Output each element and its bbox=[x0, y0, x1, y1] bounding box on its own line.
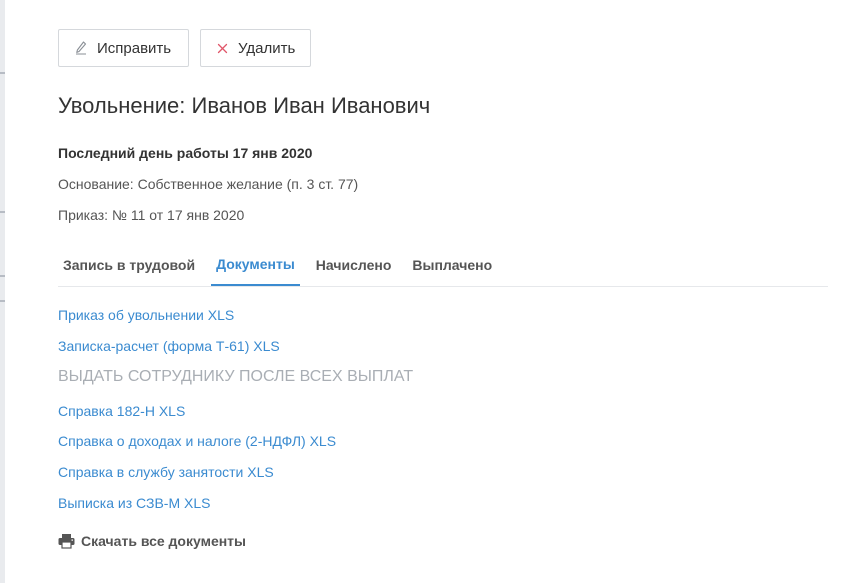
doc-link-employment-service[interactable]: Справка в службу занятости XLS bbox=[58, 464, 274, 480]
tab-documents[interactable]: Документы bbox=[211, 243, 300, 286]
edge-mark bbox=[0, 72, 5, 74]
tab-paid[interactable]: Выплачено bbox=[407, 243, 497, 286]
delete-button[interactable]: Удалить bbox=[200, 29, 311, 67]
background-page-edge bbox=[0, 0, 5, 583]
dismissal-reason: Основание: Собственное желание (п. 3 ст.… bbox=[58, 176, 359, 192]
edge-mark bbox=[0, 275, 5, 277]
toolbar: Исправить Удалить bbox=[58, 29, 311, 67]
delete-button-label: Удалить bbox=[238, 39, 296, 57]
doc-link-szv-m[interactable]: Выписка из СЗВ-М XLS bbox=[58, 495, 210, 511]
order-info: Приказ: № 11 от 17 янв 2020 bbox=[58, 207, 245, 223]
download-all-label: Скачать все документы bbox=[81, 533, 246, 549]
close-icon bbox=[217, 41, 228, 55]
pencil-icon bbox=[75, 41, 87, 55]
download-all-button[interactable]: Скачать все документы bbox=[58, 533, 246, 549]
edge-mark bbox=[0, 300, 5, 302]
edit-button-label: Исправить bbox=[97, 39, 172, 57]
last-work-day: Последний день работы 17 янв 2020 bbox=[58, 145, 313, 161]
doc-link-dismissal-order[interactable]: Приказ об увольнении XLS bbox=[58, 307, 234, 323]
tab-bar: Запись в трудовой Документы Начислено Вы… bbox=[58, 243, 828, 287]
edge-mark bbox=[0, 211, 5, 213]
doc-link-settlement-note[interactable]: Записка-расчет (форма Т-61) XLS bbox=[58, 338, 280, 354]
printer-icon bbox=[58, 533, 75, 549]
dismissal-panel: Исправить Удалить Увольнение: Иванов Ива… bbox=[0, 0, 865, 583]
edit-button[interactable]: Исправить bbox=[58, 29, 189, 67]
page-title: Увольнение: Иванов Иван Иванович bbox=[58, 93, 431, 118]
doc-link-2ndfl[interactable]: Справка о доходах и налоге (2-НДФЛ) XLS bbox=[58, 433, 336, 449]
section-label-after-payout: ВЫДАТЬ СОТРУДНИКУ ПОСЛЕ ВСЕХ ВЫПЛАТ bbox=[58, 368, 414, 385]
tab-work-record[interactable]: Запись в трудовой bbox=[58, 243, 200, 286]
tab-accrued[interactable]: Начислено bbox=[311, 243, 397, 286]
doc-link-182n[interactable]: Справка 182-Н XLS bbox=[58, 403, 185, 419]
